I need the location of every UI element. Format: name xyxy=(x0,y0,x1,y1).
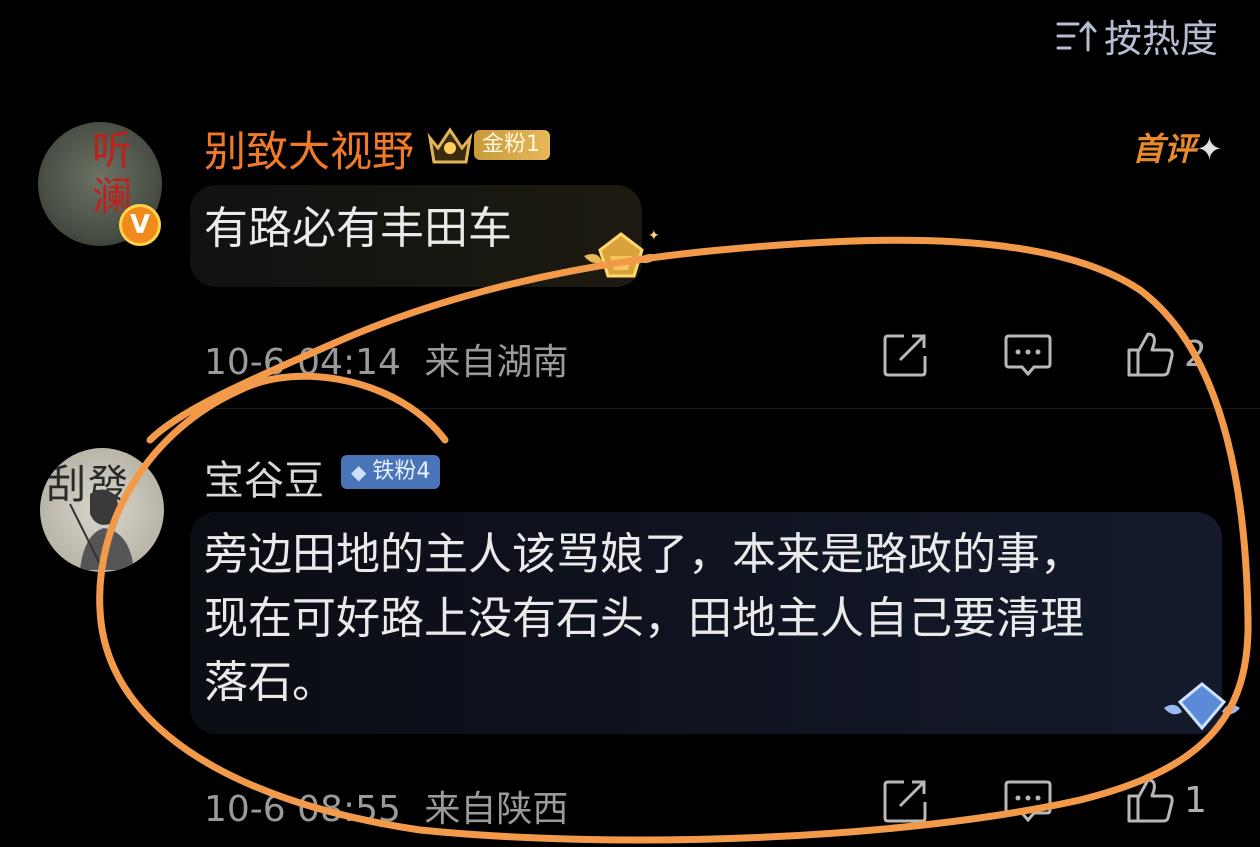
comment-location: 来自陕西 xyxy=(424,789,569,830)
svg-text:✦: ✦ xyxy=(648,228,660,244)
username[interactable]: 别致大视野 xyxy=(204,118,414,179)
share-button[interactable] xyxy=(882,778,930,828)
share-icon xyxy=(883,780,927,823)
reply-button[interactable] xyxy=(1004,332,1052,382)
reply-button[interactable] xyxy=(1004,778,1052,828)
comment-text[interactable]: 旁边田地的主人该骂娘了，本来是路政的事， 现在可好路上没有石头，田地主人自己要清… xyxy=(204,523,1084,715)
comment-text[interactable]: 有路必有丰田车 xyxy=(204,197,512,261)
like-button[interactable]: 2 xyxy=(1126,330,1207,378)
comment-location: 来自湖南 xyxy=(424,342,569,383)
comment-icon xyxy=(1004,334,1052,377)
comment-text-line: 落石。 xyxy=(204,657,336,708)
comment-time: 10-6 04:14 xyxy=(204,342,401,383)
crown-icon xyxy=(427,127,473,164)
comment-text-line: 现在可好路上没有石头，田地主人自己要清理 xyxy=(204,593,1084,644)
thumbs-up-icon xyxy=(1127,332,1174,377)
sort-icon xyxy=(1056,20,1097,51)
first-comment-tag: 首评✦ xyxy=(1132,130,1223,168)
avatar[interactable]: 刮發 xyxy=(40,448,164,572)
fan-badge-iron[interactable]: ◆ 铁粉4 xyxy=(341,455,441,489)
comment-meta: 10-6 08:55 来自陕西 xyxy=(204,780,568,832)
like-count: 2 xyxy=(1184,333,1207,375)
thumbs-up-icon xyxy=(1127,778,1174,823)
fan-badge-gold[interactable]: 金粉1 xyxy=(426,124,550,166)
avatar-calligraphy: 听澜 xyxy=(92,128,132,220)
divider xyxy=(190,408,1260,409)
username[interactable]: 宝谷豆 xyxy=(204,448,324,506)
sort-label: 按热度 xyxy=(1103,17,1218,61)
like-button[interactable]: 1 xyxy=(1126,776,1207,824)
share-icon xyxy=(883,334,927,377)
comment-text-line: 旁边田地的主人该骂娘了，本来是路政的事， xyxy=(204,529,1084,580)
star-icon: ✦ xyxy=(1196,130,1223,168)
comment-icon xyxy=(1004,780,1052,823)
comment-meta: 10-6 04:14 来自湖南 xyxy=(204,333,568,385)
blue-gem-bubble-decoration-icon xyxy=(1164,682,1240,731)
diamond-icon: ◆ xyxy=(351,460,367,484)
gold-gem-bubble-decoration-icon: ✦ xyxy=(584,228,660,278)
share-button[interactable] xyxy=(882,332,930,382)
verified-v-icon: V xyxy=(119,204,161,246)
avatar-sketch-figure xyxy=(69,489,134,570)
like-count: 1 xyxy=(1184,779,1207,821)
sort-by-heat-button[interactable]: 按热度 xyxy=(1056,8,1218,63)
comment-time: 10-6 08:55 xyxy=(204,789,401,830)
